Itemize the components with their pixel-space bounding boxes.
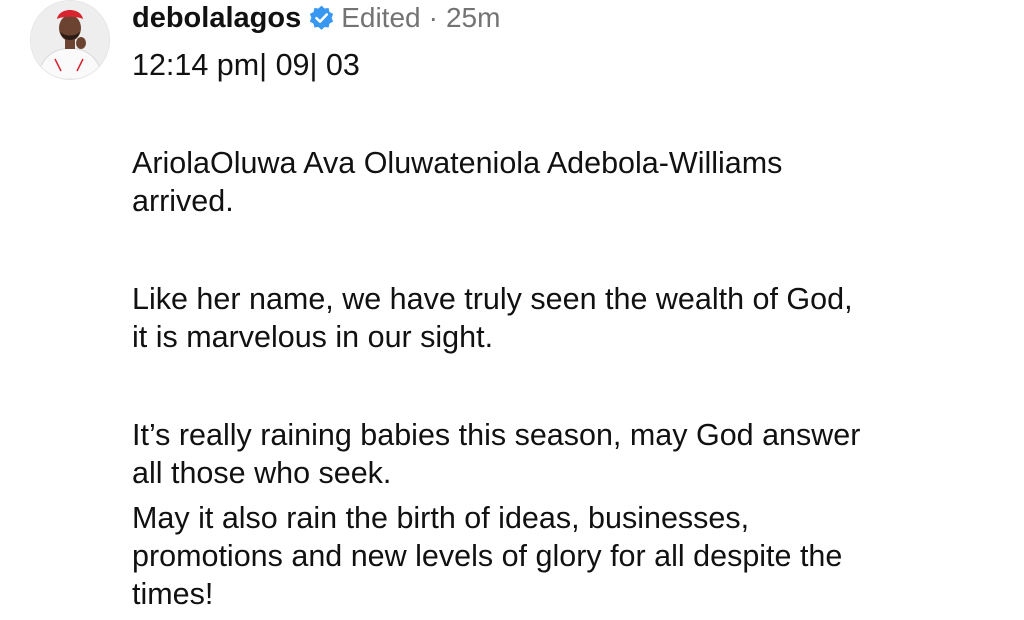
caption-line: May it also rain the birth of ideas, bus… (132, 501, 750, 535)
separator-dot: · (428, 2, 438, 33)
caption-line: all those who seek. (132, 456, 392, 490)
post-header: debolalagos Edited · 25m (132, 0, 500, 36)
caption-line: arrived. (132, 184, 234, 218)
caption-line: times! (132, 577, 214, 611)
timestamp: 25m (445, 2, 501, 33)
edited-label[interactable]: Edited (341, 2, 420, 34)
avatar-photo-icon (31, 1, 109, 79)
username-link[interactable]: debolalagos (132, 2, 301, 35)
verified-badge-icon (308, 5, 335, 32)
caption-line: it is marvelous in our sight. (132, 320, 494, 354)
post-caption-comment: debolalagos Edited · 25m 12:14 pm| 09| 0… (0, 0, 1024, 620)
avatar[interactable] (30, 0, 110, 80)
caption-text: 12:14 pm| 09| 03 AriolaOluwa Ava Oluwate… (132, 46, 1002, 613)
caption-line: promotions and new levels of glory for a… (132, 539, 843, 573)
caption-line: Like her name, we have truly seen the we… (132, 282, 853, 316)
caption-line: AriolaOluwa Ava Oluwateniola Adebola-Wil… (132, 146, 783, 180)
caption-line: 12:14 pm| 09| 03 (132, 48, 360, 82)
caption-line: It’s really raining babies this season, … (132, 418, 861, 452)
